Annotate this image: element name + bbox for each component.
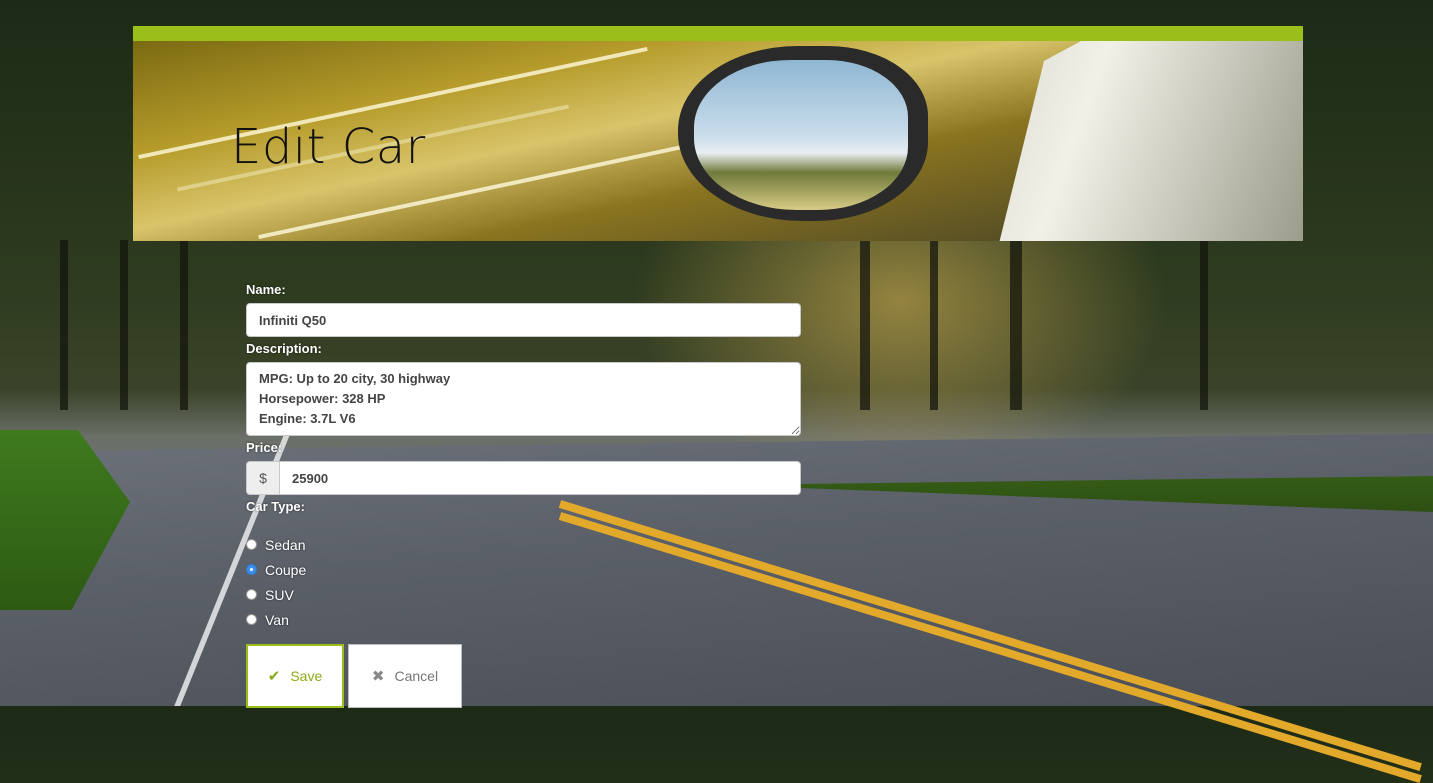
radio-option-coupe[interactable]: Coupe xyxy=(246,557,801,582)
side-mirror-image xyxy=(678,46,928,221)
radio-label-suv: SUV xyxy=(265,586,294,603)
edit-car-form: Name: Description: MPG: Up to 20 city, 3… xyxy=(246,282,801,708)
close-icon: ✖ xyxy=(371,668,385,685)
cancel-button[interactable]: ✖ Cancel xyxy=(348,644,462,708)
radio-option-suv[interactable]: SUV xyxy=(246,582,801,607)
radio-label-van: Van xyxy=(265,611,289,628)
description-textarea[interactable]: MPG: Up to 20 city, 30 highway Horsepowe… xyxy=(246,362,801,436)
car-door-image xyxy=(999,41,1303,241)
name-input[interactable] xyxy=(246,303,801,337)
save-button[interactable]: ✔ Save xyxy=(246,644,344,708)
radio-option-sedan[interactable]: Sedan xyxy=(246,532,801,557)
page-title: Edit Car xyxy=(231,119,426,175)
car-type-radio-group: Sedan Coupe SUV Van xyxy=(246,532,801,632)
price-input[interactable] xyxy=(279,461,801,495)
car-type-label: Car Type: xyxy=(246,499,305,514)
radio-button-coupe[interactable] xyxy=(246,564,257,575)
cancel-button-label: Cancel xyxy=(394,668,439,684)
header-banner: Edit Car xyxy=(133,26,1303,241)
description-label: Description: xyxy=(246,341,322,356)
currency-addon: $ xyxy=(246,461,279,495)
header-image: Edit Car xyxy=(133,41,1303,241)
name-label: Name: xyxy=(246,282,286,297)
radio-button-suv[interactable] xyxy=(246,589,257,600)
radio-button-van[interactable] xyxy=(246,614,257,625)
form-actions: ✔ Save ✖ Cancel xyxy=(246,644,801,708)
price-input-group: $ xyxy=(246,461,801,495)
check-icon: ✔ xyxy=(267,668,281,685)
radio-label-sedan: Sedan xyxy=(265,536,306,553)
radio-button-sedan[interactable] xyxy=(246,539,257,550)
radio-option-van[interactable]: Van xyxy=(246,607,801,632)
save-button-label: Save xyxy=(290,668,323,684)
header-accent-bar xyxy=(133,26,1303,41)
radio-label-coupe: Coupe xyxy=(265,561,307,578)
price-label: Price: xyxy=(246,440,283,455)
